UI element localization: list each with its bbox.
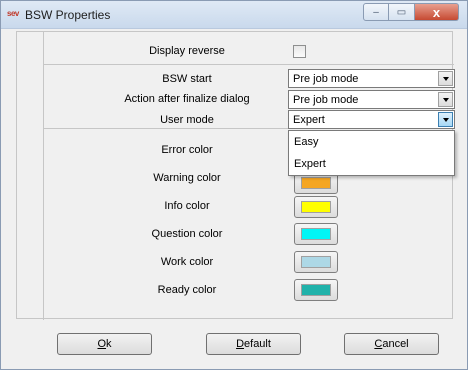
warning-color-label: Warning color bbox=[153, 172, 221, 184]
action-after-finalize-select[interactable]: Pre job mode bbox=[288, 90, 455, 109]
ready-color-label: Ready color bbox=[157, 284, 217, 296]
work-color-label: Work color bbox=[160, 256, 214, 268]
caption-buttons: – ▭ x bbox=[363, 3, 459, 21]
panel-divider-vertical bbox=[43, 32, 44, 320]
bsw-start-select[interactable]: Pre job mode bbox=[288, 69, 455, 88]
ok-button[interactable]: Ok bbox=[57, 333, 152, 355]
user-mode-value: Expert bbox=[293, 114, 325, 126]
display-reverse-checkbox[interactable] bbox=[293, 45, 306, 58]
close-button[interactable]: x bbox=[415, 3, 459, 21]
chevron-down-icon[interactable] bbox=[438, 71, 453, 86]
question-color-label: Question color bbox=[151, 228, 223, 240]
cancel-label: ancel bbox=[382, 338, 409, 350]
panel-divider bbox=[44, 64, 454, 65]
user-mode-option-easy[interactable]: Easy bbox=[289, 131, 454, 153]
bsw-start-value: Pre job mode bbox=[293, 73, 359, 85]
default-button[interactable]: Default bbox=[206, 333, 301, 355]
question-color-button[interactable] bbox=[294, 223, 338, 245]
info-color-button[interactable] bbox=[294, 196, 338, 218]
ok-label: k bbox=[106, 338, 112, 350]
settings-panel: Display reverse BSW start Pre job mode A… bbox=[16, 31, 455, 320]
color-swatch bbox=[301, 228, 331, 240]
app-icon: sev bbox=[7, 9, 19, 18]
user-mode-select[interactable]: Expert bbox=[288, 110, 455, 129]
minimize-button[interactable]: – bbox=[363, 3, 389, 21]
chevron-down-icon[interactable] bbox=[438, 112, 453, 127]
chevron-down-icon[interactable] bbox=[438, 92, 453, 107]
action-after-finalize-value: Pre job mode bbox=[293, 94, 359, 106]
work-color-button[interactable] bbox=[294, 251, 338, 273]
default-label: efault bbox=[244, 338, 271, 350]
color-swatch bbox=[301, 177, 331, 189]
window-title: BSW Properties bbox=[25, 8, 111, 22]
display-reverse-label: Display reverse bbox=[149, 45, 225, 57]
cancel-button[interactable]: Cancel bbox=[344, 333, 439, 355]
color-swatch bbox=[301, 284, 331, 296]
title-bar[interactable]: sev BSW Properties – ▭ x bbox=[1, 1, 467, 29]
close-icon: x bbox=[432, 4, 441, 20]
action-after-finalize-label: Action after finalize dialog bbox=[124, 93, 250, 105]
user-mode-option-expert[interactable]: Expert bbox=[289, 153, 454, 175]
error-color-label: Error color bbox=[161, 144, 213, 156]
user-mode-label: User mode bbox=[160, 114, 214, 126]
properties-window: sev BSW Properties – ▭ x Display reverse… bbox=[0, 0, 468, 370]
maximize-icon: ▭ bbox=[396, 6, 407, 18]
bsw-start-label: BSW start bbox=[162, 73, 212, 85]
info-color-label: Info color bbox=[164, 200, 210, 212]
color-swatch bbox=[301, 256, 331, 268]
maximize-button[interactable]: ▭ bbox=[389, 3, 415, 21]
ready-color-button[interactable] bbox=[294, 279, 338, 301]
user-mode-dropdown: Easy Expert bbox=[288, 130, 455, 176]
default-mnemonic: D bbox=[236, 338, 245, 350]
color-swatch bbox=[301, 201, 331, 213]
ok-mnemonic: O bbox=[97, 338, 107, 350]
minimize-icon: – bbox=[373, 6, 379, 18]
dialog-body: Display reverse BSW start Pre job mode A… bbox=[9, 31, 459, 367]
